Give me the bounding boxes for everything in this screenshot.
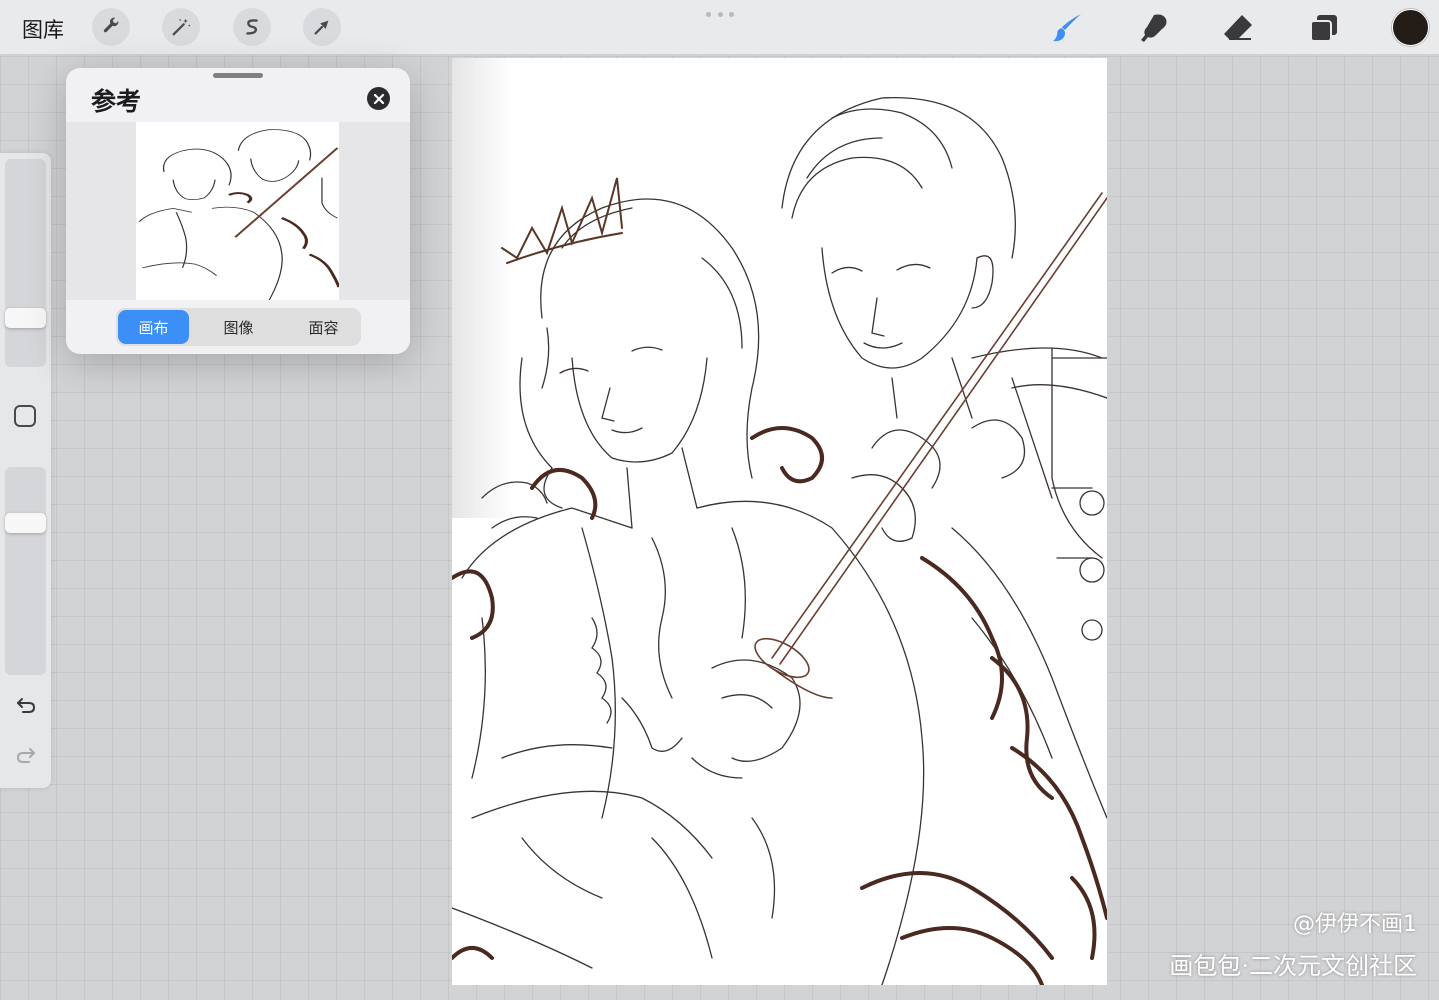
redo-button[interactable] — [12, 741, 40, 769]
drawing-canvas[interactable] — [452, 58, 1107, 985]
opacity-thumb[interactable] — [5, 513, 46, 534]
smudge-button[interactable] — [1134, 8, 1174, 48]
color-picker-button[interactable] — [1392, 9, 1429, 46]
layers-icon — [1310, 15, 1337, 42]
brush-icon — [1053, 14, 1081, 42]
toolbar-grabber[interactable] — [706, 12, 734, 18]
close-button[interactable] — [367, 87, 390, 110]
opacity-slider[interactable] — [5, 467, 46, 675]
selection-button[interactable] — [233, 8, 271, 46]
tab-face[interactable]: 面容 — [288, 310, 359, 344]
tab-canvas[interactable]: 画布 — [118, 310, 189, 344]
left-sidebar — [0, 153, 51, 788]
arrow-cursor-icon — [314, 20, 329, 35]
panel-grabber[interactable] — [213, 73, 263, 78]
square-modify-icon[interactable] — [14, 405, 36, 427]
reference-preview-area — [66, 122, 410, 301]
layers-button[interactable] — [1304, 8, 1344, 48]
undo-icon — [17, 698, 36, 713]
adjustments-button[interactable] — [162, 8, 200, 46]
reference-mode-segmented-control: 画布 图像 面容 — [116, 308, 361, 346]
gallery-button[interactable]: 图库 — [22, 14, 64, 44]
transform-button[interactable] — [303, 8, 341, 46]
brush-button[interactable] — [1048, 8, 1088, 48]
reference-thumbnail[interactable] — [136, 122, 341, 301]
panel-title: 参考 — [91, 87, 142, 116]
eraser-button[interactable] — [1218, 8, 1258, 48]
magic-wand-icon — [172, 18, 191, 36]
close-icon — [373, 93, 384, 104]
tab-image[interactable]: 图像 — [203, 310, 274, 344]
redo-icon — [16, 748, 35, 763]
brush-size-thumb[interactable] — [5, 308, 46, 329]
smudge-icon — [1141, 14, 1167, 42]
wrench-icon — [103, 17, 119, 33]
line-art-drawing — [452, 96, 1107, 985]
watermark-site: 画包包·二次元文创社区 — [1169, 952, 1417, 980]
actions-button[interactable] — [92, 8, 130, 46]
top-toolbar: 图库 — [0, 0, 1439, 55]
brush-size-slider[interactable] — [5, 159, 46, 367]
eraser-icon — [1224, 15, 1252, 40]
watermark-user: @伊伊不画1 — [1293, 912, 1417, 937]
thumbnail-drawing — [138, 129, 341, 301]
selection-s-icon — [246, 19, 258, 35]
undo-button[interactable] — [12, 691, 40, 719]
reference-panel: 参考 画布 图像 面容 — [66, 68, 410, 354]
